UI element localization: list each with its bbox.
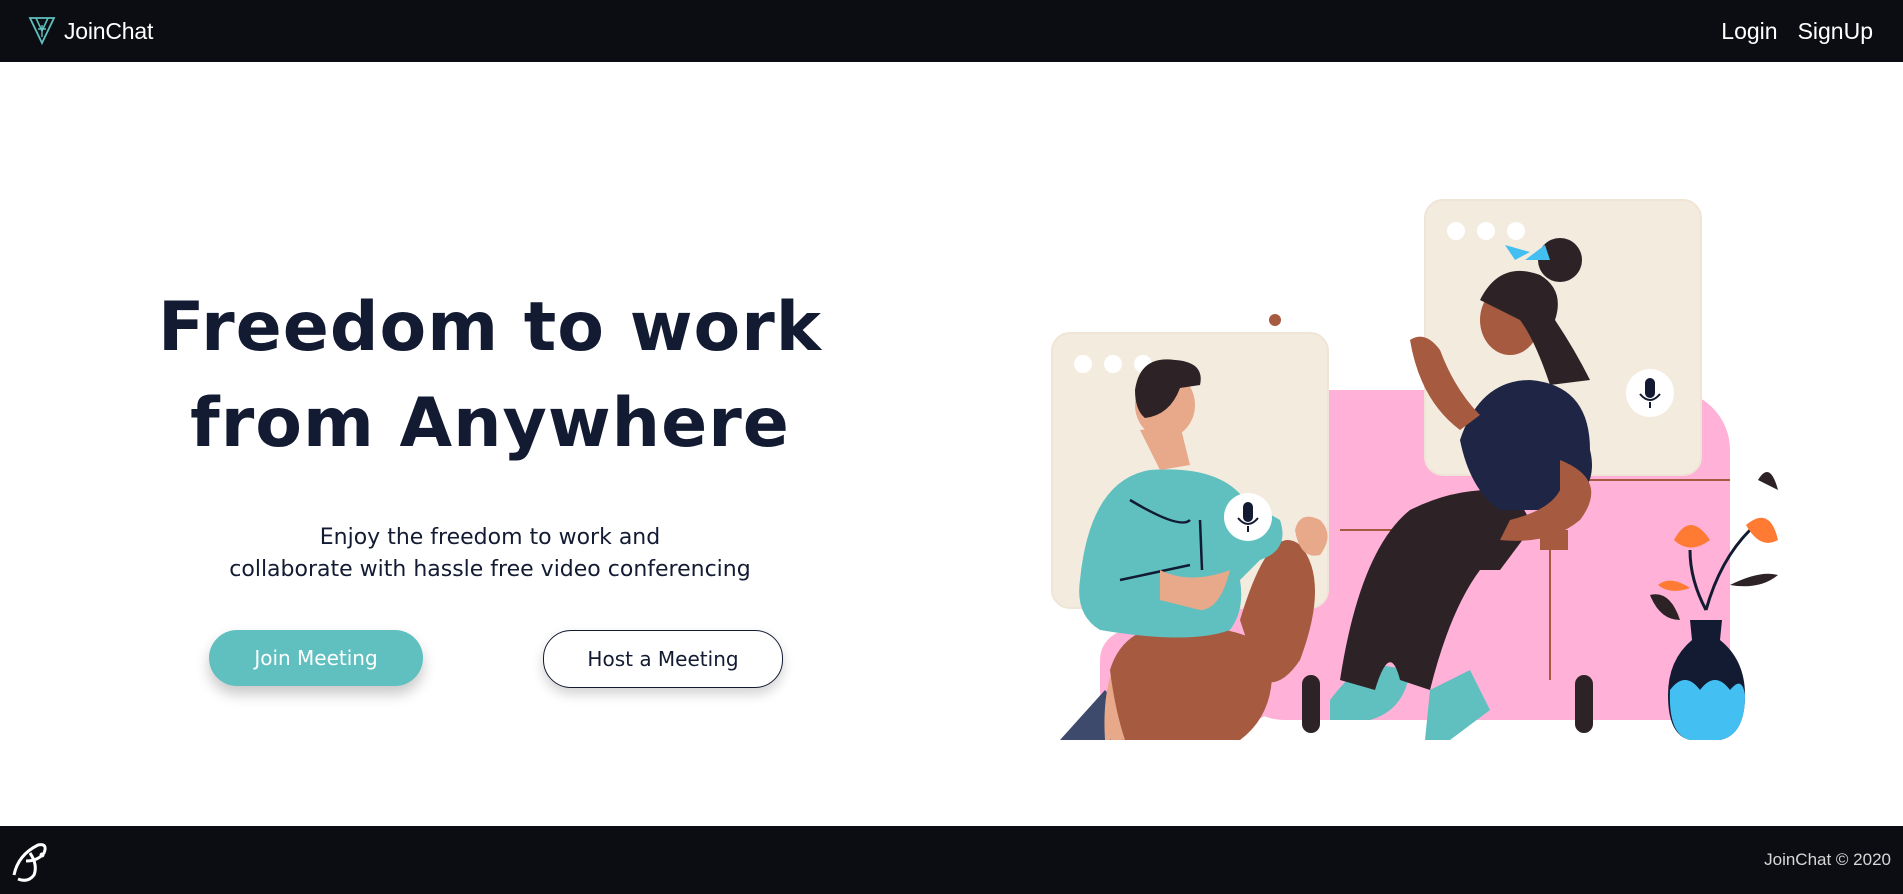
signup-link[interactable]: SignUp (1798, 18, 1873, 45)
page-footer: JoinChat © 2020 (0, 826, 1903, 894)
microphone-icon (1224, 493, 1272, 541)
hero-title-line2: from Anywhere (190, 384, 790, 463)
hero-subtitle: Enjoy the freedom to work and collaborat… (150, 522, 830, 586)
top-navbar: JoinChat Login SignUp (0, 0, 1903, 62)
login-link[interactable]: Login (1721, 18, 1777, 45)
hero-subtitle-line2: collaborate with hassle free video confe… (229, 557, 751, 582)
video-call-illustration (1051, 199, 1778, 740)
hero-title-line1: Freedom to work (158, 288, 822, 367)
hero-section: Freedom to work from Anywhere Enjoy the … (150, 280, 830, 586)
hero-subtitle-line1: Enjoy the freedom to work and (319, 525, 661, 550)
join-meeting-button[interactable]: Join Meeting (209, 630, 423, 686)
nav-links: Login SignUp (1721, 18, 1873, 45)
brand[interactable]: JoinChat (28, 15, 153, 47)
microphone-icon (1626, 369, 1674, 417)
joinchat-logo-icon (28, 17, 56, 46)
hero-title: Freedom to work from Anywhere (150, 280, 830, 472)
brand-name: JoinChat (64, 17, 154, 44)
footer-logo-icon[interactable] (8, 835, 52, 885)
decor-dot (1269, 314, 1281, 326)
host-meeting-button[interactable]: Host a Meeting (543, 630, 783, 688)
footer-copyright: JoinChat © 2020 (1764, 850, 1891, 869)
